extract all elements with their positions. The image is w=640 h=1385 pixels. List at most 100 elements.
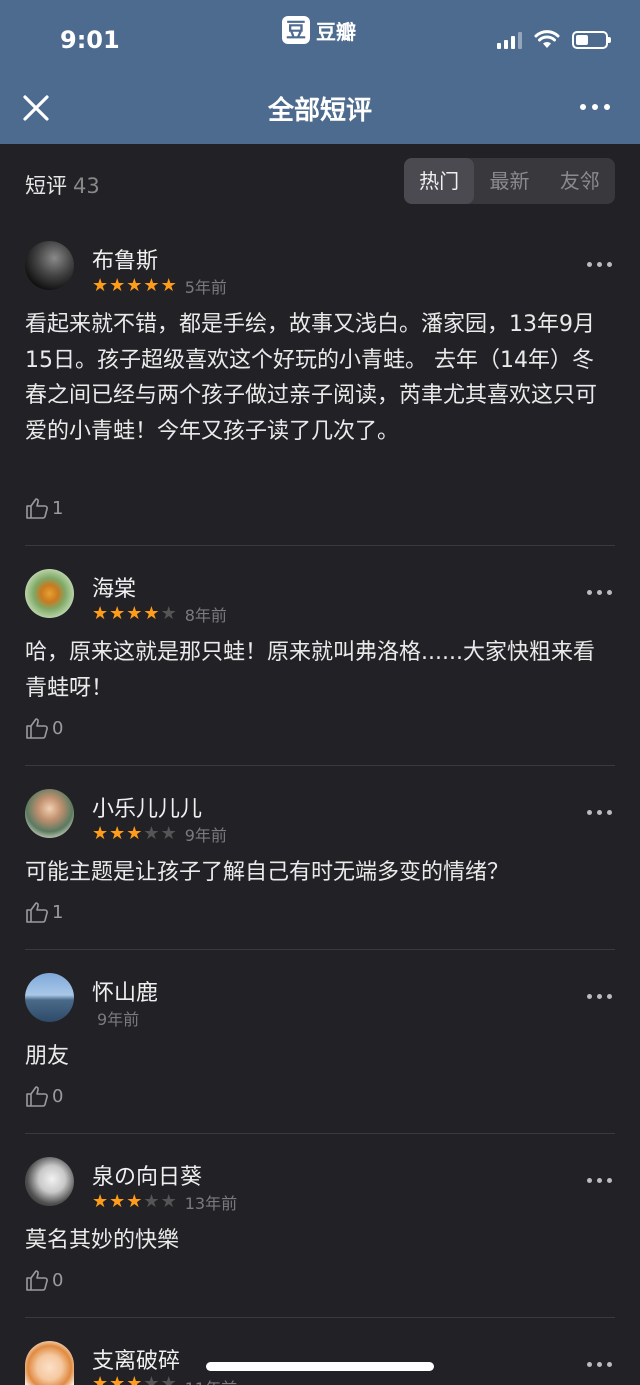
like-button[interactable]: 1 [25,496,63,520]
top-header: 9:01 豆 豆瓣 全部短评 [0,0,640,144]
review-content: 哈，原来这就是那只蛙！原来就叫弗洛格......大家快粗来看青蛙呀！ [25,640,595,701]
star-filled-icon: ★ [126,1375,142,1385]
star-filled-icon: ★ [109,1375,125,1385]
like-count: 0 [52,1269,64,1291]
status-time: 9:01 [60,26,120,54]
review-more-icon[interactable] [587,810,612,815]
star-filled-icon: ★ [126,823,143,844]
thumbs-up-icon [26,718,48,739]
star-empty-icon: ★ [161,1375,177,1385]
reviews-count: 43 [73,174,100,198]
like-count: 0 [52,717,64,739]
review-content: 朋友 [25,1044,70,1069]
rating-stars: ★★★★★ [92,605,177,623]
page-title: 全部短评 [267,96,372,126]
star-filled-icon: ★ [160,275,177,296]
star-filled-icon: ★ [92,1191,109,1212]
star-filled-icon: ★ [126,275,143,296]
star-filled-icon: ★ [143,275,160,296]
username[interactable]: 小乐儿儿儿 [92,791,202,823]
more-icon[interactable] [580,104,610,110]
star-empty-icon: ★ [160,1191,177,1212]
like-count: 1 [52,497,64,519]
like-button[interactable]: 1 [25,900,63,924]
divider [25,949,615,950]
star-filled-icon: ★ [92,275,109,296]
review-more-icon[interactable] [587,262,612,267]
review-time: 8年前 [184,606,227,625]
star-empty-icon: ★ [160,603,177,624]
status-icons [497,30,611,50]
sort-tabs: 热门 最新 友邻 [404,158,615,204]
rating-stars: ★★★★★ [92,1375,177,1385]
avatar[interactable] [25,973,74,1022]
username[interactable]: 海棠 [92,571,136,603]
star-empty-icon: ★ [160,823,177,844]
review-time: 9年前 [97,1010,140,1029]
rating-stars: ★★★★★ [92,277,177,295]
star-filled-icon: ★ [92,823,109,844]
divider [25,545,615,546]
rating-stars: ★★★★★ [92,825,177,843]
star-filled-icon: ★ [109,603,126,624]
username[interactable]: 支离破碎 [92,1343,180,1375]
reviews-label: 短评 43 [25,170,100,200]
review-content: 可能主题是让孩子了解自己有时无端多变的情绪？ [25,860,510,885]
review-meta: ★★★★★ 11年前 [92,1375,237,1385]
like-button[interactable]: 0 [25,716,63,740]
review-more-icon[interactable] [587,994,612,999]
username[interactable]: 布鲁斯 [92,243,158,275]
avatar[interactable] [25,1341,74,1385]
thumbs-up-icon [26,1270,48,1291]
review-time: 9年前 [184,826,227,845]
wifi-icon [534,30,560,48]
star-filled-icon: ★ [92,1375,108,1385]
review-more-icon[interactable] [587,1362,612,1367]
reviews-label-text: 短评 [25,174,67,198]
star-filled-icon: ★ [92,603,109,624]
review-meta: ★ ★ ★ ★ ★ 9年前 [92,824,227,846]
username[interactable]: 泉の向日葵 [92,1159,202,1191]
review-meta: 9年前 [97,1008,140,1029]
star-filled-icon: ★ [109,1191,126,1212]
review-content: 莫名其妙的快樂 [25,1228,180,1253]
avatar[interactable] [25,1157,74,1206]
star-empty-icon: ★ [143,1375,159,1385]
rating-stars: ★★★★★ [92,1193,177,1211]
thumbs-up-icon [26,498,48,519]
thumbs-up-icon [26,902,48,923]
battery-icon [572,31,611,49]
home-indicator[interactable] [206,1362,434,1371]
star-empty-icon: ★ [143,1191,160,1212]
star-empty-icon: ★ [143,823,160,844]
tab-latest[interactable]: 最新 [474,158,544,204]
avatar[interactable] [25,241,74,290]
avatar[interactable] [25,569,74,618]
signal-icon [497,31,522,49]
like-button[interactable]: 0 [25,1268,63,1292]
tab-hot[interactable]: 热门 [404,158,475,204]
review-time: 11年前 [185,1375,237,1385]
star-filled-icon: ★ [109,823,126,844]
like-count: 1 [52,901,64,923]
star-filled-icon: ★ [109,275,126,296]
review-more-icon[interactable] [587,1178,612,1183]
like-button[interactable]: 0 [25,1084,63,1108]
avatar[interactable] [25,789,74,838]
review-time: 13年前 [184,1194,238,1213]
app-badge: 豆 豆瓣 [282,16,356,44]
review-time: 5年前 [184,278,227,297]
app-name: 豆瓣 [316,19,356,44]
star-filled-icon: ★ [126,1191,143,1212]
divider [25,1317,615,1318]
star-filled-icon: ★ [126,603,143,624]
review-meta: ★ ★ ★ ★ ★ 8年前 [92,604,227,626]
divider [25,765,615,766]
review-meta: ★ ★ ★ ★ ★ 5年前 [92,276,227,298]
username[interactable]: 怀山鹿 [92,975,158,1007]
review-more-icon[interactable] [587,590,612,595]
tab-friends[interactable]: 友邻 [545,158,615,204]
review-meta: ★ ★ ★ ★ ★ 13年前 [92,1192,238,1214]
divider [25,1133,615,1134]
douban-logo-icon: 豆 [282,16,310,44]
